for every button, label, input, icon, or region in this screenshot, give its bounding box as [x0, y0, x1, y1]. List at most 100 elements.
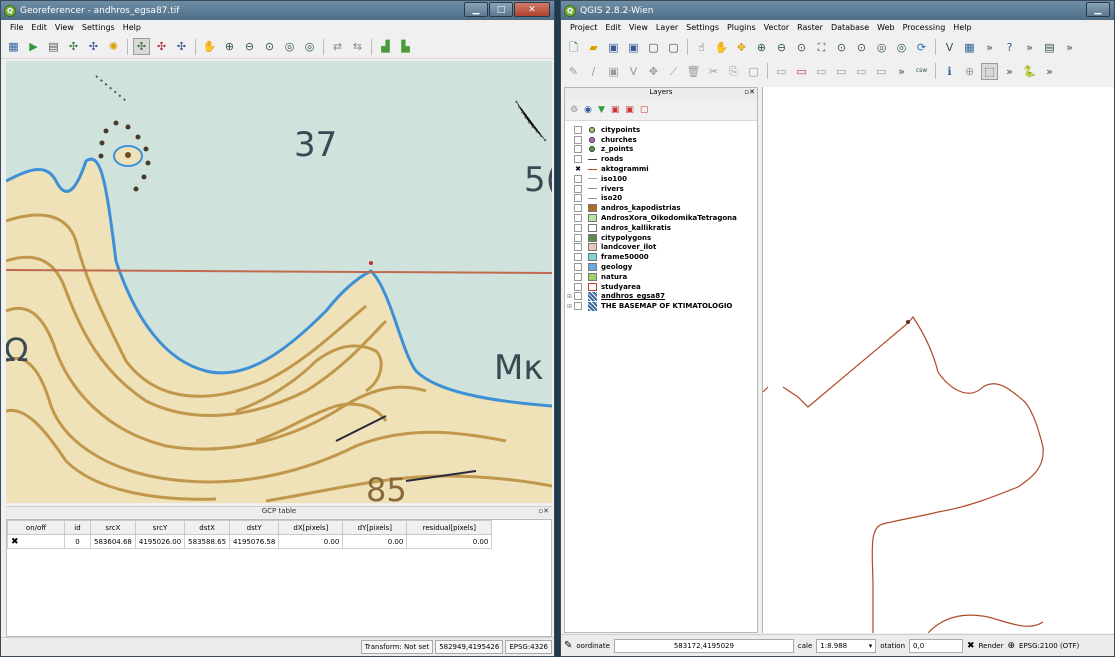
new-project-icon[interactable]: 🗋: [565, 39, 582, 56]
select-features-icon[interactable]: ⬚: [981, 62, 998, 80]
menu-layer[interactable]: Layer: [652, 23, 682, 32]
layer-row[interactable]: ⊞ THE BASEMAP OF KTIMATOLOGIO: [565, 301, 757, 311]
zoom-to-layer-icon[interactable]: ⊙: [261, 38, 278, 55]
col-residual[interactable]: residual[pixels]: [406, 520, 493, 535]
save-gcp-icon[interactable]: ✣: [85, 38, 102, 55]
layer-row[interactable]: iso100: [565, 174, 757, 184]
label-pin-icon[interactable]: ▭: [793, 63, 810, 80]
messages-icon[interactable]: ✎: [564, 640, 572, 651]
menu-project[interactable]: Project: [566, 23, 601, 32]
layer-row[interactable]: landcover_ilot: [565, 243, 757, 253]
more-icon-2[interactable]: »: [1021, 39, 1038, 56]
pan-to-selection-icon[interactable]: ✥: [733, 39, 750, 56]
dock-float-close-icon[interactable]: ▫✕: [538, 507, 549, 515]
zoom-layer-icon[interactable]: ⊙: [853, 39, 870, 56]
layer-row[interactable]: iso20: [565, 194, 757, 204]
link-qgis-to-georef-icon[interactable]: ⇆: [349, 38, 366, 55]
render-checkbox[interactable]: ✖: [967, 641, 975, 651]
layer-row[interactable]: rivers: [565, 184, 757, 194]
expand-icon[interactable]: ⊞: [565, 293, 574, 300]
save-as-icon[interactable]: ▣: [625, 39, 642, 56]
zoom-actual-icon[interactable]: ⊙: [793, 39, 810, 56]
add-point-icon[interactable]: ✣: [133, 38, 150, 55]
layer-visibility-checkbox[interactable]: [574, 145, 582, 154]
menu-database[interactable]: Database: [827, 23, 873, 32]
layer-row[interactable]: studyarea: [565, 282, 757, 292]
label-change-icon[interactable]: ▭: [873, 63, 890, 80]
python-console-icon[interactable]: 🐍: [1021, 63, 1038, 80]
layer-visibility-checkbox[interactable]: [574, 302, 582, 311]
layer-row[interactable]: geology: [565, 262, 757, 272]
crs-indicator[interactable]: EPSG:4326: [505, 640, 552, 654]
composer-manager-icon[interactable]: ▢: [665, 39, 682, 56]
layer-row[interactable]: citypolygons: [565, 233, 757, 243]
gcp-dsty[interactable]: 4195076.58: [229, 534, 280, 549]
label-move-icon[interactable]: ▭: [833, 63, 850, 80]
menu-edit[interactable]: Edit: [601, 23, 625, 32]
pan-icon[interactable]: ✋: [201, 38, 218, 55]
layer-row[interactable]: ⊞ andhros_egsa87: [565, 291, 757, 302]
gcp-enabled-checkbox[interactable]: ✖: [7, 534, 65, 549]
raster-histogram-icon[interactable]: ▟: [377, 38, 394, 55]
menu-settings[interactable]: Settings: [682, 23, 723, 32]
qgis-map-canvas[interactable]: [762, 87, 1114, 633]
more-icon-4[interactable]: »: [893, 63, 910, 80]
more-icon-6[interactable]: »: [1041, 63, 1058, 80]
layer-visibility-checkbox[interactable]: [574, 272, 582, 281]
zoom-last-icon[interactable]: ◎: [281, 38, 298, 55]
new-layer-icon[interactable]: V: [941, 39, 958, 56]
add-raster-icon[interactable]: ▦: [5, 38, 22, 55]
filter-legend-icon[interactable]: ▼: [598, 105, 605, 115]
rotation-field[interactable]: 0,0: [909, 638, 964, 653]
maximize-button[interactable]: □: [489, 2, 513, 17]
menu-settings[interactable]: Settings: [78, 23, 119, 32]
layer-visibility-checkbox[interactable]: [574, 194, 582, 203]
new-print-composer-icon[interactable]: ▢: [645, 39, 662, 56]
menu-help[interactable]: Help: [949, 23, 975, 32]
layer-row[interactable]: churches: [565, 135, 757, 145]
zoom-full-icon[interactable]: ⛶: [813, 39, 830, 56]
menu-vector[interactable]: Vector: [760, 23, 794, 32]
layer-row[interactable]: natura: [565, 272, 757, 282]
layer-visibility-checkbox[interactable]: [574, 174, 582, 183]
zoom-next-icon[interactable]: ◎: [893, 39, 910, 56]
col-srcx[interactable]: srcX: [90, 520, 136, 535]
label-tool-icon[interactable]: ▭: [773, 63, 790, 80]
scale-field[interactable]: 1:8.988 ▾: [816, 638, 877, 653]
menu-plugins[interactable]: Plugins: [723, 23, 760, 32]
pan-icon[interactable]: ✋: [713, 39, 730, 56]
layer-visibility-checkbox[interactable]: [574, 253, 582, 262]
plugin-icon[interactable]: ▤: [1041, 39, 1058, 56]
move-point-icon[interactable]: ✣: [173, 38, 190, 55]
cut-features-icon[interactable]: ✂: [705, 63, 722, 80]
zoom-last-icon[interactable]: ◎: [873, 39, 890, 56]
globe-icon[interactable]: ⊕: [1007, 641, 1015, 651]
delete-selected-icon[interactable]: 🗑: [685, 63, 702, 80]
layer-styling-icon[interactable]: ♲: [570, 105, 578, 115]
col-dy[interactable]: dY[pixels]: [342, 520, 408, 535]
label-show-icon[interactable]: ▭: [813, 63, 830, 80]
layer-visibility-checkbox[interactable]: [574, 184, 582, 193]
expand-all-icon[interactable]: ▣: [611, 105, 620, 115]
layer-visibility-checkbox[interactable]: [574, 204, 582, 213]
layer-visibility-checkbox[interactable]: [574, 155, 582, 164]
zoom-selection-icon[interactable]: ⊙: [833, 39, 850, 56]
add-group-icon[interactable]: ◉: [584, 105, 592, 115]
col-id[interactable]: id: [64, 520, 91, 535]
col-dstx[interactable]: dstX: [184, 520, 231, 535]
identify-icon[interactable]: ℹ: [941, 63, 958, 80]
zoom-in-icon[interactable]: ⊕: [753, 39, 770, 56]
gcp-srcy[interactable]: 4195026.00: [134, 534, 186, 549]
toggle-editing-icon[interactable]: /: [585, 63, 602, 80]
menu-edit[interactable]: Edit: [27, 23, 51, 32]
remove-layer-icon[interactable]: ▢: [640, 105, 649, 115]
menu-help[interactable]: Help: [119, 23, 145, 32]
help-icon[interactable]: ?: [1001, 39, 1018, 56]
layer-row[interactable]: AndrosXora_OikodomikaTetragona: [565, 213, 757, 223]
layer-row[interactable]: andros_kapodistrias: [565, 203, 757, 213]
layer-visibility-checkbox[interactable]: [574, 223, 582, 232]
menu-file[interactable]: File: [6, 23, 27, 32]
col-srcy[interactable]: srcY: [134, 520, 186, 535]
layer-visibility-checkbox[interactable]: [574, 233, 582, 242]
layer-visibility-checkbox[interactable]: [574, 125, 582, 134]
